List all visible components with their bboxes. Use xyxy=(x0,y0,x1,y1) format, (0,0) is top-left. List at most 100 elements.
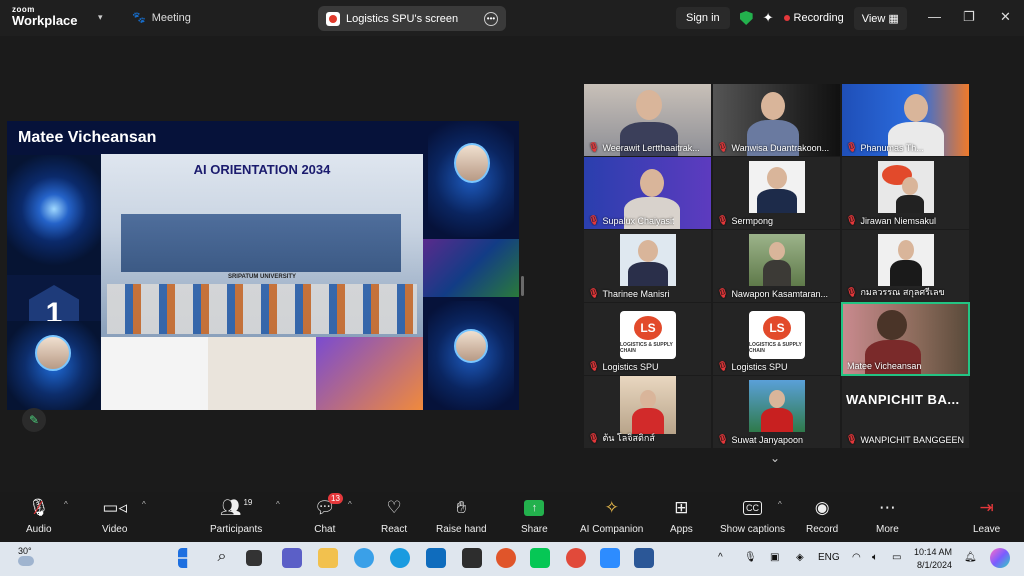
apps-grid-icon: ⊞ xyxy=(674,498,689,517)
participant-tile[interactable]: LS LOGISTICS & SUPPLY CHAIN 🎙︎ Logistics S… xyxy=(584,303,711,375)
copilot-preview-icon[interactable] xyxy=(990,548,1010,568)
minimize-icon[interactable]: — xyxy=(928,9,941,24)
close-icon[interactable]: ✕ xyxy=(1000,9,1011,25)
participant-name-display: WANPICHIT BA... xyxy=(846,392,960,407)
chevron-down-icon[interactable]: ▾ xyxy=(98,12,103,23)
audio-options-caret[interactable]: ^ xyxy=(64,500,68,509)
annotate-pencil-icon[interactable]: ✎ xyxy=(22,408,46,432)
chat-unread-badge: 13 xyxy=(328,493,343,504)
paw-icon: 🐾 xyxy=(132,12,146,24)
participant-tile[interactable]: 🎙︎ ต้น โลจิสติกส์ xyxy=(584,376,711,448)
avatar xyxy=(454,329,488,363)
task-view-icon[interactable] xyxy=(246,550,262,566)
view-button[interactable]: View ▦ xyxy=(853,6,907,30)
participant-tile[interactable]: 🎙︎ Weerawit Lertthaaitrak... xyxy=(584,84,711,156)
tray-app-icon[interactable]: ▣ xyxy=(770,552,779,563)
wifi-icon[interactable]: ◠ xyxy=(852,552,861,563)
participants-button[interactable]: 👥︎ 19 Participants xyxy=(210,496,262,535)
people-icon: 👥︎ xyxy=(219,498,242,517)
participant-tile[interactable]: 🎙︎ Sermpong xyxy=(713,157,840,229)
muted-mic-icon: 🎙︎ xyxy=(846,215,858,225)
ai-companion-button[interactable]: ✧ AI Companion xyxy=(580,496,643,535)
tray-mic-icon[interactable]: 🎙︎ xyxy=(744,552,757,563)
leave-button[interactable]: ⇥ Leave xyxy=(973,496,1000,535)
ai-sparkle-icon[interactable]: ✦ xyxy=(763,10,774,26)
share-button[interactable]: ↑ Share xyxy=(521,496,548,535)
firefox-icon[interactable] xyxy=(496,548,516,568)
slide-banner: AI ORIENTATION 2034 SRIPATUM UNIVERSITY xyxy=(101,154,423,337)
teams-icon[interactable] xyxy=(282,548,302,568)
slide-deco-right xyxy=(423,121,519,410)
chat-options-caret[interactable]: ^ xyxy=(348,500,352,509)
notifications-bell-icon[interactable]: 🔔︎ xyxy=(964,552,977,563)
meeting-tab[interactable]: 🐾 Meeting xyxy=(132,11,191,25)
shared-screen-pill[interactable]: Logistics SPU's screen ••• xyxy=(318,6,506,31)
gallery-next-page-icon[interactable]: ⌄ xyxy=(770,451,780,465)
muted-mic-icon: 🎙︎ xyxy=(717,215,729,225)
participant-tile[interactable]: 🎙︎ กมลวรรณ สกุลศรีเลข xyxy=(842,230,969,302)
more-button[interactable]: ⋯ More xyxy=(876,496,899,535)
muted-mic-icon: 🎙︎ xyxy=(846,142,858,152)
video-camera-icon: ▭◃ xyxy=(102,498,127,517)
hand-icon: ✋︎ xyxy=(456,498,467,517)
file-explorer-icon[interactable] xyxy=(318,548,338,568)
system-clock[interactable]: 10:14 AM 8/1/2024 xyxy=(914,546,952,572)
muted-mic-icon: 🎙︎ xyxy=(846,434,858,444)
zoom-workplace-logo[interactable]: zoom Workplace xyxy=(12,6,78,28)
zoom-app-icon[interactable] xyxy=(600,548,620,568)
search-icon[interactable]: ⌕ xyxy=(212,548,232,568)
react-button[interactable]: ♡ React xyxy=(381,496,407,535)
edge-icon[interactable] xyxy=(390,548,410,568)
participant-tile[interactable]: 🎙︎ Tharinee Manisri xyxy=(584,230,711,302)
slide-thumbnails xyxy=(101,337,423,410)
avatar xyxy=(35,335,71,371)
participant-tile[interactable]: 🎙︎ Supalux Chaiyasit xyxy=(584,157,711,229)
restore-icon[interactable]: ❐ xyxy=(963,9,975,25)
logistics-spu-logo: LS LOGISTICS & SUPPLY CHAIN xyxy=(620,311,676,359)
leave-door-icon: ⇥ xyxy=(979,498,994,517)
shared-screen[interactable]: Matee Vicheansan 1 AI ORIENTATION 2034 S… xyxy=(7,121,519,410)
windows-start-icon[interactable] xyxy=(178,548,188,568)
captions-options-caret[interactable]: ^ xyxy=(778,500,782,509)
battery-icon[interactable]: ▭ xyxy=(892,552,901,563)
video-options-caret[interactable]: ^ xyxy=(142,500,146,509)
word-icon[interactable] xyxy=(634,548,654,568)
participant-tile[interactable]: LS LOGISTICS & SUPPLY CHAIN 🎙︎ Logistics S… xyxy=(713,303,840,375)
chrome-icon[interactable] xyxy=(566,548,586,568)
zoom-window: zoom Workplace ▾ 🐾 Meeting Logistics SPU… xyxy=(0,0,1024,542)
copilot-icon[interactable] xyxy=(354,548,374,568)
tray-security-icon[interactable]: ◈ xyxy=(796,552,804,563)
security-shield-icon[interactable] xyxy=(739,11,753,25)
record-button[interactable]: ◉ Record xyxy=(806,496,838,535)
muted-mic-icon: 🎙︎ xyxy=(588,432,600,443)
participant-tile[interactable]: 🎙︎ Nawapon Kasamtaran... xyxy=(713,230,840,302)
panel-resize-handle[interactable] xyxy=(521,276,524,296)
participant-tile[interactable]: WANPICHIT BA... 🎙︎ WANPICHIT BANGGEEN xyxy=(842,376,969,448)
terminal-icon[interactable] xyxy=(462,548,482,568)
video-button[interactable]: ▭◃ Video xyxy=(102,496,127,535)
audio-button[interactable]: 🎙︎ ⁄ Audio xyxy=(26,496,52,536)
slide-avatar-panel xyxy=(7,321,101,410)
mail-icon[interactable] xyxy=(426,548,446,568)
raise-hand-button[interactable]: ✋︎ Raise hand xyxy=(436,496,487,535)
chat-button[interactable]: 💬︎ 13 Chat xyxy=(314,493,343,535)
muted-mic-icon: 🎙︎ xyxy=(588,215,600,225)
participant-tile[interactable]: 🎙︎ Jirawan Niemsakul xyxy=(842,157,969,229)
participant-tile[interactable]: 🎙︎ Suwat Janyapoon xyxy=(713,376,840,448)
closed-captions-icon: CC xyxy=(743,496,763,520)
record-dot-icon xyxy=(783,15,790,21)
line-app-icon[interactable] xyxy=(530,548,550,568)
language-indicator[interactable]: ENG xyxy=(818,552,840,563)
tray-overflow-icon[interactable]: ^ xyxy=(718,552,723,563)
active-speaker-tile[interactable]: Matee Vicheansan xyxy=(841,302,970,376)
participant-tile[interactable]: 🎙︎ Phanumas Th... xyxy=(842,84,969,156)
recording-indicator[interactable]: Recording xyxy=(783,12,844,24)
participant-tile[interactable]: 🎙︎ Wanwisa Duantrakoon... xyxy=(713,84,840,156)
sign-in-button[interactable]: Sign in xyxy=(676,7,730,29)
volume-icon[interactable]: 🔈︎ xyxy=(872,552,878,563)
weather-widget[interactable]: 30° xyxy=(18,546,34,568)
more-options-icon[interactable]: ••• xyxy=(484,11,498,26)
participants-options-caret[interactable]: ^ xyxy=(276,500,280,509)
apps-button[interactable]: ⊞ Apps xyxy=(670,496,693,535)
show-captions-button[interactable]: CC Show captions xyxy=(720,496,785,535)
